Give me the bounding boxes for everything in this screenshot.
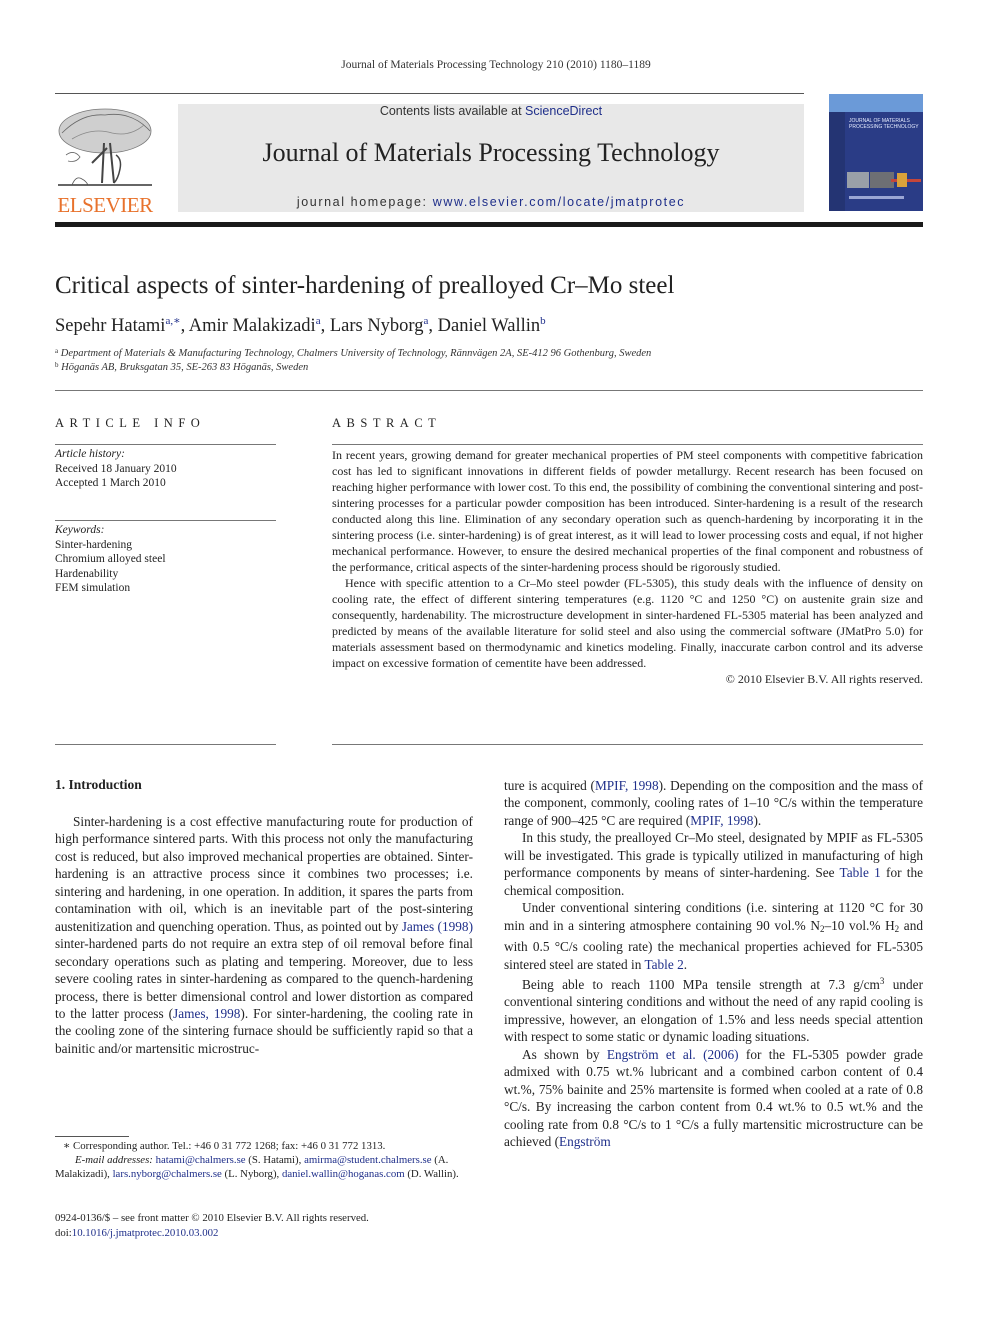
email-link[interactable]: amirma@student.chalmers.se <box>304 1154 431 1166</box>
copyright-notice: © 2010 Elsevier B.V. All rights reserved… <box>725 672 923 686</box>
body-paragraph: Sinter-hardening is a cost effective man… <box>55 814 473 1056</box>
cover-title: JOURNAL OF MATERIALS PROCESSING TECHNOLOG… <box>849 118 919 130</box>
author-affiliation-mark[interactable]: a <box>424 315 429 327</box>
journal-cover-image[interactable]: JOURNAL OF MATERIALS PROCESSING TECHNOLOG… <box>829 94 923 211</box>
issn-doi-block: 0924-0136/$ – see front matter © 2010 El… <box>55 1211 369 1240</box>
body-column-left: Sinter-hardening is a cost effective man… <box>55 813 473 1057</box>
author-affiliation-mark[interactable]: b <box>540 315 546 327</box>
body-paragraph: Under conventional sintering conditions … <box>504 900 923 972</box>
corresponding-author-note: ∗ Corresponding author. Tel.: +46 0 31 7… <box>63 1140 386 1152</box>
issn-line: 0924-0136/$ – see front matter © 2010 El… <box>55 1212 369 1224</box>
body-paragraph: In this study, the prealloyed Cr–Mo stee… <box>504 830 923 898</box>
citation-link[interactable]: Engström <box>559 1134 611 1149</box>
keywords-label: Keywords: <box>55 524 105 536</box>
author-affiliation-mark[interactable]: a,∗ <box>165 315 180 327</box>
journal-masthead: Contents lists available at ScienceDirec… <box>178 104 804 212</box>
footnotes: ∗ Corresponding author. Tel.: +46 0 31 7… <box>55 1139 475 1181</box>
article-title: Critical aspects of sinter-hardening of … <box>55 272 675 299</box>
divider <box>55 390 923 391</box>
doi-line: doi:10.1016/j.jmatprotec.2010.03.002 <box>55 1226 219 1239</box>
abstract-paragraph: In recent years, growing demand for grea… <box>332 448 923 574</box>
homepage-prefix: journal homepage: <box>296 195 433 209</box>
author-name[interactable]: Daniel Wallin <box>438 316 540 336</box>
masthead-rule <box>55 222 923 227</box>
journal-homepage-link[interactable]: www.elsevier.com/locate/jmatprotec <box>433 195 685 209</box>
keyword: Chromium alloyed steel <box>55 553 166 565</box>
author-name[interactable]: Lars Nyborg <box>330 316 424 336</box>
author-affiliation-mark[interactable]: a <box>316 315 321 327</box>
history-label: Article history: <box>55 448 125 460</box>
section-heading: 1. Introduction <box>55 777 142 792</box>
affiliation: b Höganäs AB, Bruksgatan 35, SE-263 83 H… <box>55 361 309 373</box>
contents-prefix: Contents lists available at <box>379 104 526 118</box>
cover-top-band <box>829 94 923 112</box>
author-name[interactable]: Amir Malakizadi <box>189 316 316 336</box>
keywords: Keywords: Sinter-hardening Chromium allo… <box>55 523 276 596</box>
cover-editor-line <box>849 196 904 199</box>
keyword: FEM simulation <box>55 582 131 594</box>
elsevier-wordmark: ELSEVIER <box>57 193 153 217</box>
divider <box>55 444 276 445</box>
citation-link[interactable]: MPIF, 1998 <box>690 813 753 828</box>
doi-link[interactable]: 10.1016/j.jmatprotec.2010.03.002 <box>72 1227 219 1239</box>
body-paragraph: ture is acquired (MPIF, 1998). Depending… <box>504 778 924 828</box>
email-label: E-mail addresses: <box>75 1154 153 1166</box>
article-history: Article history: Received 18 January 201… <box>55 447 276 491</box>
affiliation: a Department of Materials & Manufacturin… <box>55 347 652 359</box>
article-info-heading: ARTICLE INFO <box>55 416 206 430</box>
body-paragraph: As shown by Engström et al. (2006) for t… <box>504 1046 923 1150</box>
footnote-rule <box>55 1136 129 1137</box>
divider <box>332 744 923 745</box>
divider <box>55 744 276 745</box>
divider <box>332 444 923 445</box>
cover-part-image <box>897 173 907 187</box>
top-rule <box>55 93 804 94</box>
tree-icon <box>58 108 152 186</box>
running-head: Journal of Materials Processing Technolo… <box>341 59 651 71</box>
accepted-date: Accepted 1 March 2010 <box>55 477 166 489</box>
table-reference-link[interactable]: Table 1 <box>840 865 881 880</box>
email-link[interactable]: daniel.wallin@hoganas.com <box>282 1168 405 1180</box>
citation-link[interactable]: Engström et al. (2006) <box>607 1047 739 1062</box>
email-link[interactable]: hatami@chalmers.se <box>156 1154 246 1166</box>
homepage-line: journal homepage: www.elsevier.com/locat… <box>178 195 804 209</box>
body-paragraph: Being able to reach 1100 MPa tensile str… <box>504 975 923 1045</box>
keyword: Hardenability <box>55 567 119 580</box>
email-addresses: E-mail addresses: hatami@chalmers.se (S.… <box>55 1154 459 1180</box>
journal-title: Journal of Materials Processing Technolo… <box>262 138 720 167</box>
citation-link[interactable]: James, 1998 <box>173 1006 240 1021</box>
abstract-body: In recent years, growing demand for grea… <box>332 447 923 687</box>
author-list: Sepehr Hatamia,∗, Amir Malakizadia, Lars… <box>55 315 546 336</box>
email-link[interactable]: lars.nyborg@chalmers.se <box>113 1168 222 1180</box>
abstract-paragraph: Hence with specific attention to a Cr–Mo… <box>332 576 923 670</box>
citation-link[interactable]: James (1998) <box>402 919 473 934</box>
abstract-heading: ABSTRACT <box>332 416 442 430</box>
citation-link[interactable]: MPIF, 1998 <box>595 778 659 793</box>
cover-micrograph-image <box>847 172 869 188</box>
contents-line: Contents lists available at ScienceDirec… <box>178 104 804 118</box>
body-column-right: ture is acquired (MPIF, 1998). Depending… <box>504 777 923 1151</box>
keyword: Sinter-hardening <box>55 538 133 551</box>
table-reference-link[interactable]: Table 2 <box>644 957 683 972</box>
author-name[interactable]: Sepehr Hatami <box>55 316 165 336</box>
divider <box>55 520 276 521</box>
received-date: Received 18 January 2010 <box>55 462 177 475</box>
sciencedirect-link[interactable]: ScienceDirect <box>525 104 602 118</box>
